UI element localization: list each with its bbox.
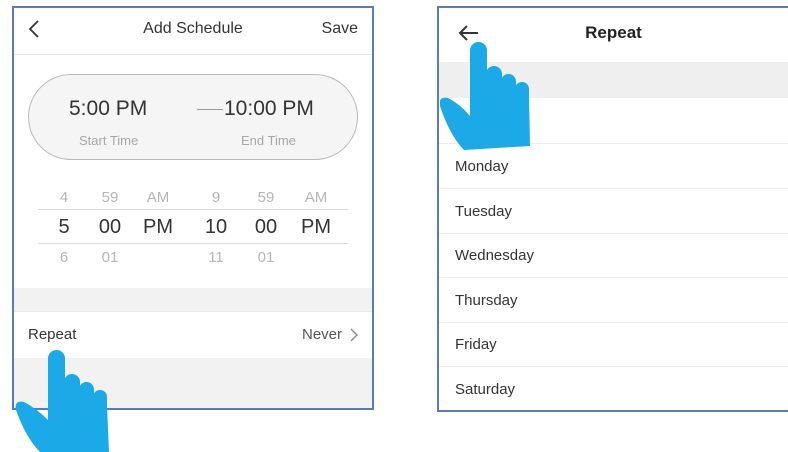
pointing-hand-icon	[440, 42, 530, 150]
start-hour-selected[interactable]: 5	[44, 216, 84, 239]
end-minute-below[interactable]: 01	[246, 249, 286, 266]
selection-line-bottom	[38, 243, 348, 244]
end-time-value[interactable]: 10:00 PM	[224, 97, 314, 121]
chevron-right-icon	[350, 328, 358, 342]
day-label: Friday	[455, 336, 497, 353]
start-minute-above[interactable]: 59	[90, 189, 130, 206]
range-dash	[197, 109, 223, 110]
end-minute-selected[interactable]: 00	[246, 216, 286, 239]
end-ampm-above[interactable]: AM	[296, 189, 336, 206]
start-minute-selected[interactable]: 00	[90, 216, 130, 239]
pointing-hand-icon	[15, 350, 110, 452]
day-row-tuesday[interactable]: Tuesday	[439, 189, 788, 234]
start-ampm-above[interactable]: AM	[138, 189, 178, 206]
day-label: Saturday	[455, 381, 516, 398]
end-hour-selected[interactable]: 10	[196, 216, 236, 239]
page-title: Repeat	[585, 23, 642, 42]
start-hour-below[interactable]: 6	[44, 249, 84, 266]
day-label: Monday	[455, 158, 509, 175]
day-row-saturday[interactable]: Saturday	[439, 367, 788, 410]
repeat-label: Repeat	[28, 326, 77, 343]
day-row-friday[interactable]: Friday	[439, 322, 788, 367]
day-row-thursday[interactable]: Thursday	[439, 278, 788, 323]
day-label: Wednesday	[455, 247, 534, 264]
header: Add Schedule Save	[14, 8, 372, 55]
start-time-value[interactable]: 5:00 PM	[69, 97, 147, 121]
repeat-value: Never	[301, 326, 342, 343]
time-picker[interactable]: 4 59 AM 5 00 PM 6 01 9 59 AM 10 00 PM 11…	[14, 183, 372, 281]
end-minute-above[interactable]: 59	[246, 189, 286, 206]
day-label: Thursday	[455, 292, 518, 309]
selection-line-top	[38, 209, 348, 210]
end-time-label: End Time	[241, 133, 296, 148]
day-label: Tuesday	[455, 203, 512, 220]
start-time-label: Start Time	[79, 133, 139, 148]
end-hour-below[interactable]: 11	[196, 249, 236, 266]
end-hour-above[interactable]: 9	[196, 189, 236, 206]
time-range-display: 5:00 PM Start Time 10:00 PM End Time	[28, 74, 358, 160]
end-ampm-selected[interactable]: PM	[296, 216, 336, 239]
start-ampm-selected[interactable]: PM	[138, 216, 178, 239]
page-title: Add Schedule	[143, 20, 243, 37]
save-button[interactable]: Save	[322, 20, 358, 38]
day-row-wednesday[interactable]: Wednesday	[439, 233, 788, 278]
start-minute-below[interactable]: 01	[90, 249, 130, 266]
section-divider	[14, 288, 372, 311]
start-hour-above[interactable]: 4	[44, 189, 84, 206]
